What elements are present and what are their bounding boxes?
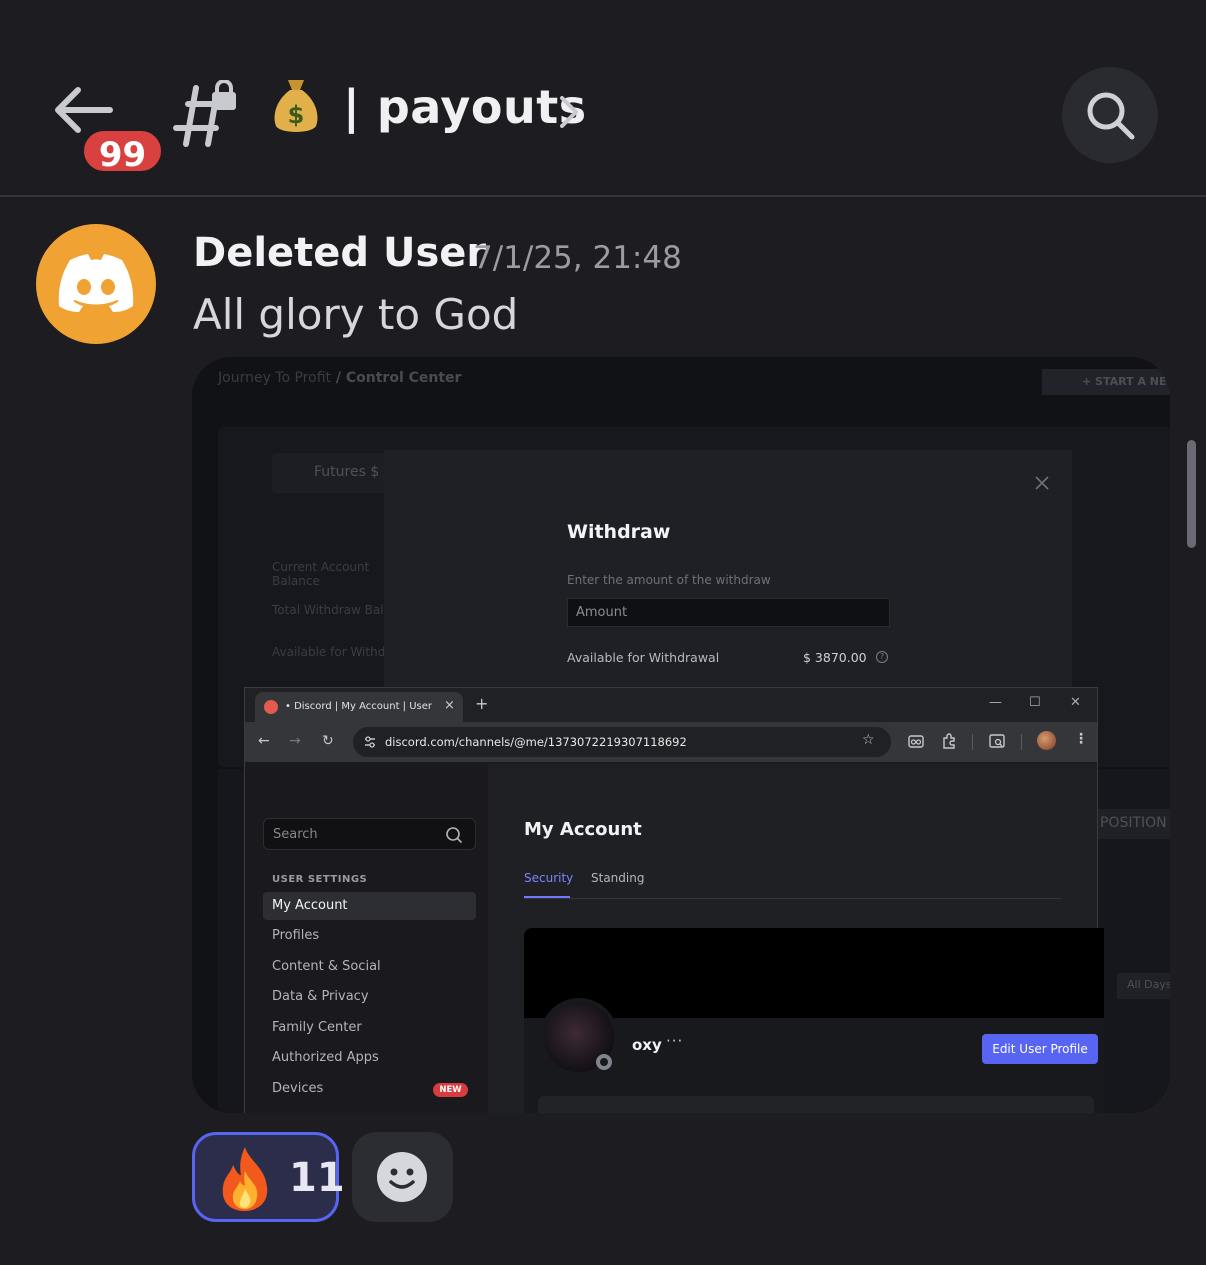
scrollbar[interactable] [1187, 440, 1196, 548]
reaction-fire[interactable]: 11 [192, 1132, 345, 1222]
search-icon [1087, 92, 1135, 140]
window-close-icon: ✕ [1070, 695, 1081, 710]
new-badge: NEW [433, 1083, 468, 1097]
help-icon: ? [876, 651, 888, 663]
reading-mode-icon [908, 735, 924, 748]
bg-breadcrumb-current: / Control Center [331, 370, 462, 386]
active-tab-underline [524, 896, 570, 898]
message-text: All glory to God [193, 290, 519, 339]
more-options-icon: ··· [666, 1032, 684, 1050]
withdraw-field-label: Enter the amount of the withdraw [567, 573, 771, 587]
discord-favicon-icon [264, 700, 278, 714]
bg-futures-select: Futures $ [272, 453, 402, 493]
search-icon [446, 827, 462, 843]
browser-tabbar: • Discord | My Account | User Se × + — ☐… [245, 688, 1097, 722]
extensions-icon [943, 733, 955, 749]
profile-card: oxy ··· Edit User Profile [524, 928, 1104, 1113]
bg-current-balance: Current Account Balance [272, 560, 370, 588]
tab-divider [524, 898, 1061, 899]
browser-window: • Discord | My Account | User Se × + — ☐… [244, 687, 1104, 1113]
channel-name[interactable]: | payouts [343, 80, 587, 134]
edit-user-profile-button: Edit User Profile [982, 1034, 1098, 1064]
reaction-count: 11 [289, 1155, 345, 1201]
withdraw-title: Withdraw [567, 521, 671, 543]
sidebar-item-content-social: Content & Social [272, 959, 381, 974]
reload-icon: ↻ [322, 733, 334, 749]
bg-breadcrumb-prefix: Journey To Profit [218, 370, 332, 386]
my-account-title: My Account [524, 819, 642, 840]
toolbar-separator [972, 734, 973, 750]
unread-badge: 99 [80, 127, 165, 175]
profile-banner [524, 928, 1104, 1018]
image-attachment[interactable]: Journey To Profit / Control Center + STA… [192, 357, 1170, 1113]
bg-start-button: + START A NEW [1042, 369, 1170, 395]
browser-toolbar: ← → ↻ discord.com/channels/@me/137307221… [245, 722, 1097, 762]
toolbar-separator [1021, 734, 1022, 750]
tab-close-icon: × [444, 698, 455, 713]
forward-arrow-icon: → [289, 733, 301, 749]
bg-breadcrumb: Journey To Profit / Control Center [218, 370, 461, 386]
hash-lock-icon [173, 80, 236, 147]
close-icon [1035, 476, 1049, 490]
smiley-icon [377, 1152, 427, 1202]
tab-security: Security [524, 871, 574, 885]
available-label: Available for Withdrawal [567, 650, 720, 665]
svg-text:$: $ [288, 101, 305, 129]
message-timestamp: 7/1/25, 21:48 [473, 240, 682, 276]
maximize-icon: ☐ [1029, 695, 1041, 710]
message-author[interactable]: Deleted User [193, 230, 486, 276]
settings-search-placeholder: Search [273, 827, 318, 842]
settings-sidebar: Search USER SETTINGS My Account Profiles… [245, 764, 488, 1113]
add-reaction-button[interactable] [352, 1132, 453, 1222]
settings-search-input: Search [263, 818, 476, 850]
sidebar-item-data-privacy: Data & Privacy [272, 989, 369, 1004]
tab-search-icon [989, 734, 1005, 748]
amount-input: Amount [567, 598, 890, 627]
discord-mobile-app: 99 $ | payouts Deleted User 7/1/25, 21:4… [0, 0, 1206, 1265]
search-button[interactable] [1062, 67, 1158, 163]
profile-details-panel [538, 1096, 1094, 1113]
discord-logo-icon [58, 254, 134, 312]
fire-icon [222, 1147, 268, 1211]
bg-position-button: POSITION [1092, 809, 1170, 839]
bg-available: Available for Withdr [272, 645, 391, 659]
chevron-right-icon[interactable] [556, 94, 582, 130]
browser-profile-avatar [1037, 731, 1056, 750]
tab-standing: Standing [591, 871, 645, 885]
money-bag-icon: $ [274, 80, 318, 132]
channel-header: 99 $ | payouts [0, 0, 1206, 197]
profile-username: oxy [632, 1036, 662, 1054]
new-tab-icon: + [475, 694, 489, 713]
settings-content: My Account Security Standing oxy ··· Edi… [488, 764, 1104, 1113]
status-offline-icon [596, 1054, 612, 1070]
sidebar-item-family-center: Family Center [272, 1020, 362, 1035]
browser-menu-icon: ⋮ [1074, 731, 1088, 747]
avatar[interactable] [36, 224, 156, 344]
sidebar-item-profiles: Profiles [272, 928, 320, 943]
minimize-icon: — [989, 695, 1002, 710]
sidebar-item-authorized-apps: Authorized Apps [272, 1050, 379, 1065]
address-bar: discord.com/channels/@me/137307221930711… [353, 727, 891, 757]
available-amount: $ 3870.00 [803, 650, 867, 665]
bg-total-withdraw: Total Withdraw Bal [272, 603, 384, 617]
browser-tab: • Discord | My Account | User Se × [255, 692, 463, 722]
user-settings-header: USER SETTINGS [272, 874, 368, 885]
back-arrow-icon: ← [258, 733, 270, 749]
bookmark-star-icon: ☆ [862, 732, 875, 748]
sidebar-item-devices: Devices NEW [263, 1075, 476, 1103]
sidebar-item-devices-label: Devices [272, 1081, 324, 1096]
site-settings-icon [365, 736, 375, 748]
withdraw-modal: Withdraw Enter the amount of the withdra… [384, 450, 1072, 690]
bg-all-days: All Days [1117, 973, 1170, 999]
sidebar-item-my-account: My Account [263, 892, 476, 920]
tab-title: • Discord | My Account | User Se [285, 701, 435, 712]
url-text: discord.com/channels/@me/137307221930711… [385, 735, 687, 749]
